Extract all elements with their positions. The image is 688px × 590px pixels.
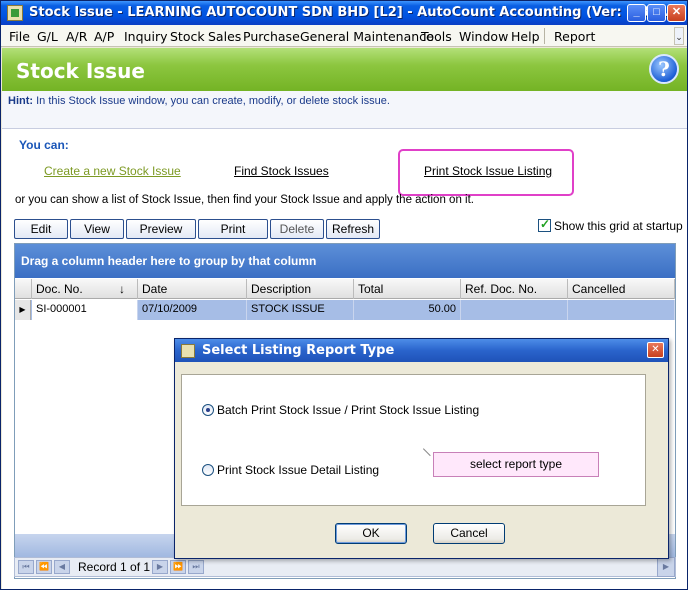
record-navigator: ⏮ ⏪ ◀ Record 1 of 1 ▶ ⏩ ⏭ <box>14 557 676 577</box>
page-header: Stock Issue ? <box>2 48 687 91</box>
sort-down-icon: ↓ <box>119 282 125 296</box>
column-header-ref-doc-no[interactable]: Ref. Doc. No. <box>461 279 568 299</box>
column-header-description[interactable]: Description <box>247 279 354 299</box>
instruction-text: or you can show a list of Stock Issue, t… <box>15 194 474 206</box>
header-spacer <box>15 279 32 299</box>
main-window: Stock Issue - LEARNING AUTOCOUNT SDN BHD… <box>0 0 688 590</box>
report-type-group: Batch Print Stock Issue / Print Stock Is… <box>181 374 646 506</box>
menu-inquiry[interactable]: Inquiry <box>124 29 167 44</box>
radio-batch-label: Batch Print Stock Issue / Print Stock Is… <box>217 403 480 417</box>
cell-description[interactable]: STOCK ISSUE <box>247 300 354 320</box>
column-header-cancelled[interactable]: Cancelled <box>568 279 675 299</box>
row-pointer-icon: ▶ <box>15 300 31 320</box>
table-row[interactable]: ▶ SI-000001 07/10/2009 STOCK ISSUE 50.00 <box>15 300 675 320</box>
page-title: Stock Issue <box>16 59 145 83</box>
hint-panel: Hint: In this Stock Issue window, you ca… <box>2 91 687 129</box>
menu-help[interactable]: Help <box>511 29 540 44</box>
radio-detail-label: Print Stock Issue Detail Listing <box>217 463 380 477</box>
edit-button[interactable]: Edit <box>14 219 68 239</box>
app-icon <box>7 5 23 21</box>
highlight-box <box>398 149 574 196</box>
next-record-icon[interactable]: ▶ <box>152 560 168 574</box>
help-icon[interactable]: ? <box>649 54 679 84</box>
scroll-right-icon[interactable]: ▶ <box>657 557 675 577</box>
dialog-title: Select Listing Report Type <box>202 343 395 358</box>
hint-label: Hint: <box>8 95 34 107</box>
cancel-button[interactable]: Cancel <box>433 523 505 544</box>
radio-selected-icon[interactable] <box>202 404 214 416</box>
radio-unselected-icon[interactable] <box>202 464 214 476</box>
delete-button[interactable]: Delete <box>270 219 324 239</box>
maximize-button[interactable]: □ <box>647 4 666 22</box>
grid-header: Doc. No. ↓ Date Description Total Ref. Do… <box>15 279 675 299</box>
cell-cancelled[interactable] <box>568 300 675 320</box>
menu-file[interactable]: File <box>9 29 30 44</box>
dialog-close-button[interactable]: ✕ <box>647 342 664 358</box>
refresh-button[interactable]: Refresh <box>326 219 380 239</box>
menu-general-maintenance[interactable]: General Maintenance <box>300 29 434 44</box>
cell-ref-doc-no[interactable] <box>461 300 568 320</box>
first-record-icon[interactable]: ⏮ <box>18 560 34 574</box>
menu-gl[interactable]: G/L <box>37 29 58 44</box>
view-button[interactable]: View <box>70 219 124 239</box>
close-button[interactable]: ✕ <box>667 4 686 22</box>
last-record-icon[interactable]: ⏭ <box>188 560 204 574</box>
create-stock-issue-link[interactable]: Create a new Stock Issue <box>44 164 181 178</box>
next-page-icon[interactable]: ⏩ <box>170 560 186 574</box>
radio-detail-listing[interactable]: Print Stock Issue Detail Listing <box>202 463 379 477</box>
chevron-down-icon[interactable]: ⌄ <box>674 27 684 45</box>
show-grid-label: Show this grid at startup <box>554 219 683 233</box>
menu-separator <box>544 28 545 44</box>
menu-bar: File G/L A/R A/P Inquiry Stock Sales Pur… <box>1 25 687 47</box>
menu-window[interactable]: Window <box>459 29 508 44</box>
column-header-date[interactable]: Date <box>138 279 247 299</box>
dialog-icon <box>181 344 195 358</box>
ok-button[interactable]: OK <box>335 523 407 544</box>
window-title: Stock Issue - LEARNING AUTOCOUNT SDN BHD… <box>29 5 684 20</box>
menu-stock[interactable]: Stock <box>170 29 205 44</box>
menu-sales[interactable]: Sales <box>208 29 241 44</box>
group-panel[interactable]: Drag a column header here to group by th… <box>15 244 675 278</box>
column-header-doc-no[interactable]: Doc. No. ↓ <box>32 279 138 299</box>
callout-annotation: select report type <box>433 452 599 477</box>
preview-button[interactable]: Preview <box>126 219 196 239</box>
cell-doc-no[interactable]: SI-000001 <box>32 300 138 320</box>
minimize-button[interactable]: _ <box>627 4 646 22</box>
cell-date[interactable]: 07/10/2009 <box>138 300 247 320</box>
dialog-title-bar[interactable]: Select Listing Report Type ✕ <box>175 339 668 362</box>
hint-text: In this Stock Issue window, you can crea… <box>36 95 390 107</box>
column-header-total[interactable]: Total <box>354 279 461 299</box>
title-bar[interactable]: Stock Issue - LEARNING AUTOCOUNT SDN BHD… <box>1 1 687 25</box>
record-counter: Record 1 of 1 <box>78 560 151 574</box>
cell-total[interactable]: 50.00 <box>354 300 461 320</box>
prev-record-icon[interactable]: ◀ <box>54 560 70 574</box>
print-button[interactable]: Print <box>198 219 268 239</box>
menu-tools[interactable]: Tools <box>421 29 452 44</box>
show-grid-checkbox[interactable]: Show this grid at startup <box>538 217 683 233</box>
prev-page-icon[interactable]: ⏪ <box>36 560 52 574</box>
you-can-label: You can: <box>19 138 69 152</box>
menu-purchase[interactable]: Purchase <box>243 29 300 44</box>
menu-report[interactable]: Report <box>554 29 595 44</box>
menu-ar[interactable]: A/R <box>66 29 87 44</box>
radio-batch-print[interactable]: Batch Print Stock Issue / Print Stock Is… <box>202 403 479 417</box>
checkbox-checked-icon[interactable] <box>538 217 551 232</box>
find-stock-issues-link[interactable]: Find Stock Issues <box>234 164 329 178</box>
menu-ap[interactable]: A/P <box>94 29 114 44</box>
